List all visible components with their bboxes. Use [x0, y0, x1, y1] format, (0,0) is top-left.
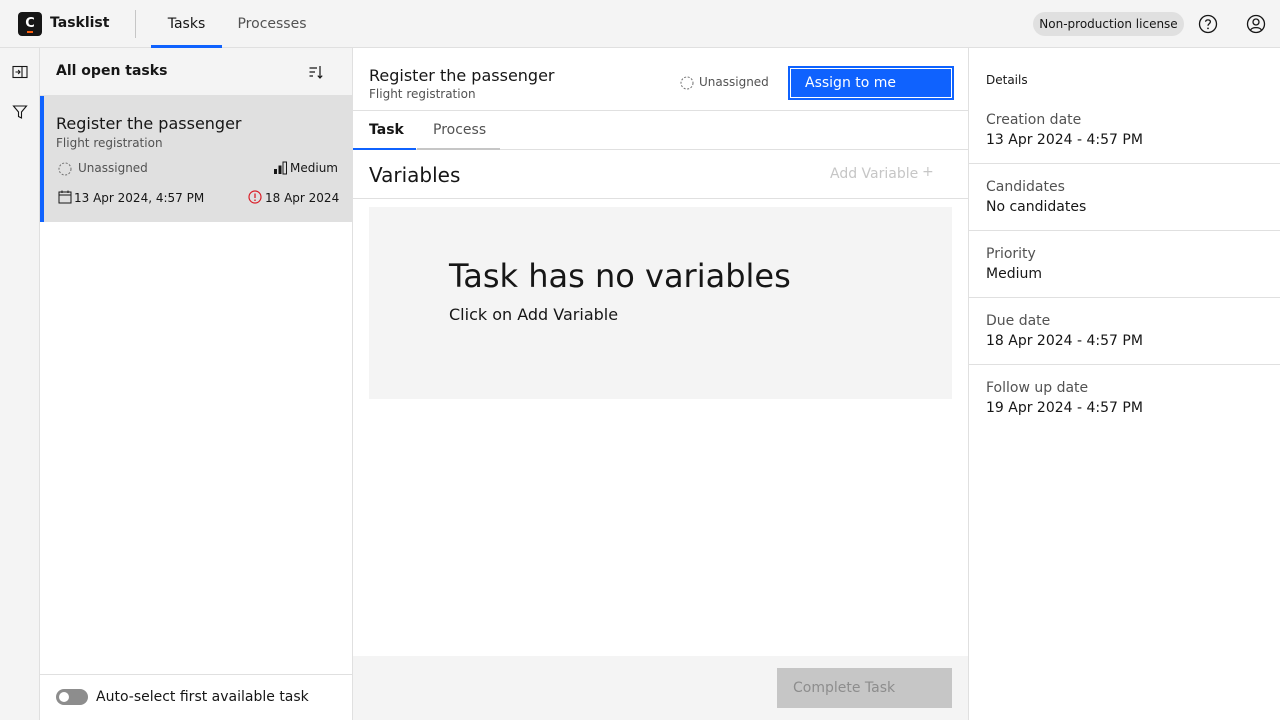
task-card-priority: Medium	[290, 161, 338, 175]
tab-task[interactable]: Task	[353, 111, 416, 150]
detail-due-date: Due date 18 Apr 2024 - 4:57 PM	[969, 298, 1280, 365]
detail-follow-up-date: Follow up date 19 Apr 2024 - 4:57 PM	[969, 365, 1280, 432]
task-process-name: Flight registration	[369, 87, 476, 101]
task-card-assignee: Unassigned	[78, 161, 148, 175]
detail-label: Priority	[986, 246, 1036, 262]
variables-title: Variables	[369, 163, 461, 187]
detail-value: No candidates	[986, 199, 1087, 215]
toggle-knob	[59, 692, 69, 702]
detail-value: Medium	[986, 266, 1042, 282]
detail-value: 18 Apr 2024 - 4:57 PM	[986, 333, 1143, 349]
detail-label: Candidates	[986, 179, 1065, 195]
variables-header: Variables Add Variable +	[353, 150, 968, 199]
task-assignee: Unassigned	[699, 75, 769, 89]
user-avatar-icon[interactable]	[1246, 14, 1266, 34]
detail-label: Creation date	[986, 112, 1082, 128]
filter-icon[interactable]	[12, 104, 28, 120]
detail-candidates: Candidates No candidates	[969, 164, 1280, 231]
task-list-panel: All open tasks Register the passenger Fl…	[40, 48, 353, 720]
detail-value: 19 Apr 2024 - 4:57 PM	[986, 400, 1143, 416]
task-list-footer: Auto-select first available task	[40, 674, 352, 720]
task-card-created: 13 Apr 2024, 4:57 PM	[74, 191, 205, 205]
task-detail-header: Register the passenger Flight registrati…	[353, 48, 968, 111]
calendar-icon	[58, 190, 72, 204]
tab-process[interactable]: Process	[417, 111, 500, 150]
auto-select-label: Auto-select first available task	[96, 689, 309, 705]
camunda-logo-icon[interactable]: C	[18, 12, 42, 36]
empty-state-subtitle: Click on Add Variable	[449, 305, 619, 324]
expand-panel-icon[interactable]	[12, 64, 28, 80]
license-badge[interactable]: Non-production license	[1033, 12, 1184, 36]
task-list-header: All open tasks	[40, 48, 352, 96]
nav-tab-processes[interactable]: Processes	[228, 0, 316, 48]
add-icon[interactable]: +	[922, 164, 934, 180]
complete-task-button[interactable]: Complete Task	[777, 668, 952, 708]
nav-tab-tasks[interactable]: Tasks	[151, 0, 222, 48]
task-footer: Complete Task	[353, 656, 968, 720]
details-title: Details	[986, 73, 1028, 87]
unassigned-icon	[58, 162, 72, 176]
overdue-warning-icon	[248, 190, 262, 204]
detail-label: Follow up date	[986, 380, 1089, 396]
task-filter-title[interactable]: All open tasks	[56, 63, 167, 79]
detail-label: Due date	[986, 313, 1051, 329]
priority-medium-icon	[274, 161, 287, 175]
assign-to-me-button[interactable]: Assign to me	[788, 66, 954, 100]
task-detail-panel: Register the passenger Flight registrati…	[353, 48, 968, 720]
detail-value: 13 Apr 2024 - 4:57 PM	[986, 132, 1143, 148]
help-icon[interactable]	[1198, 14, 1218, 34]
add-variable-button[interactable]: Add Variable	[830, 166, 918, 182]
task-card-process: Flight registration	[56, 136, 163, 150]
auto-select-toggle[interactable]	[56, 689, 88, 705]
task-title: Register the passenger	[369, 66, 555, 85]
top-header: C Tasklist Tasks Processes Non-productio…	[0, 0, 1280, 48]
empty-variables-state: Task has no variables Click on Add Varia…	[369, 207, 952, 399]
details-panel: Details Creation date 13 Apr 2024 - 4:57…	[968, 48, 1280, 720]
detail-creation-date: Creation date 13 Apr 2024 - 4:57 PM	[969, 97, 1280, 164]
unassigned-icon	[680, 76, 694, 90]
empty-state-title: Task has no variables	[449, 257, 791, 295]
app-title[interactable]: Tasklist	[50, 15, 109, 31]
task-card-selected[interactable]: Register the passenger Flight registrati…	[40, 96, 352, 222]
task-card-due: 18 Apr 2024	[265, 191, 340, 205]
detail-priority: Priority Medium	[969, 231, 1280, 298]
sort-icon[interactable]	[308, 64, 324, 80]
task-tabs: Task Process	[353, 111, 968, 150]
header-divider	[135, 10, 136, 38]
task-card-name: Register the passenger	[56, 114, 242, 133]
side-rail	[0, 48, 40, 720]
